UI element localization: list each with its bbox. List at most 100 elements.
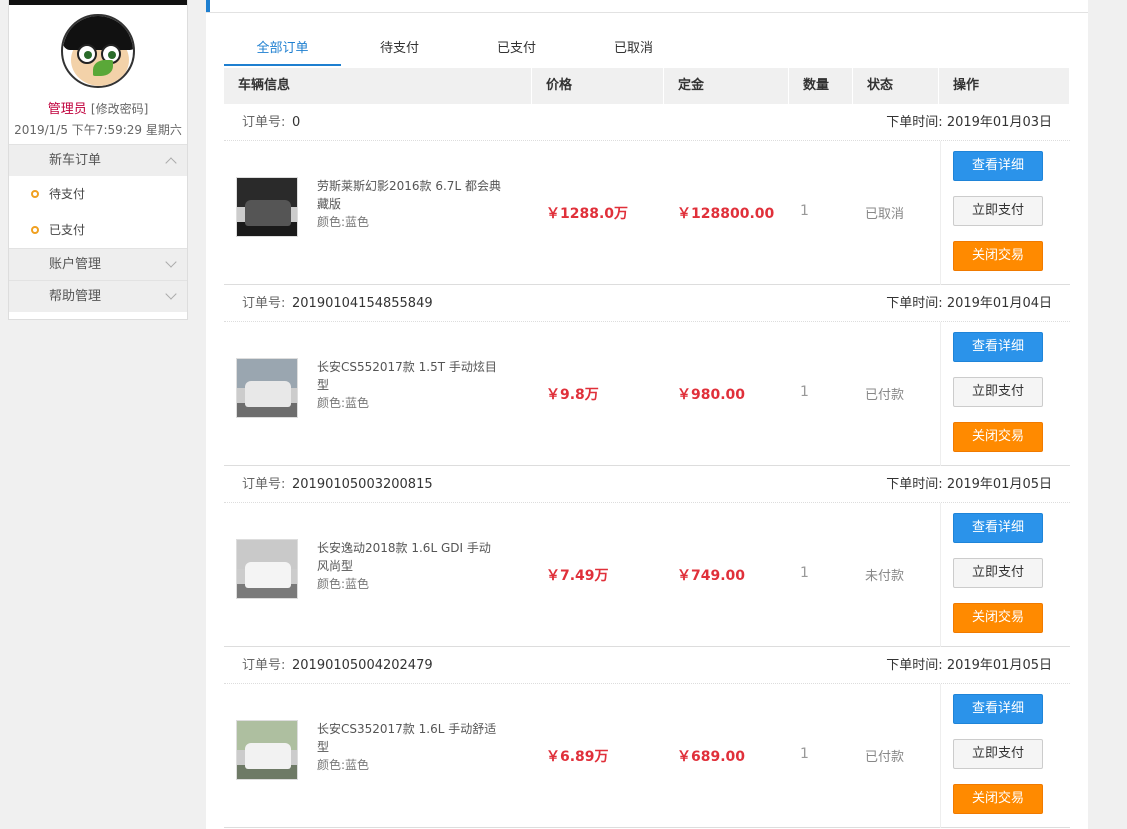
quantity: 1 xyxy=(800,746,809,762)
accent-bar xyxy=(206,0,210,12)
order-header: 订单号: 20190105003200815 下单时间: 2019年01月05日 xyxy=(224,466,1070,503)
chevron-up-icon xyxy=(165,157,177,169)
order-time-label: 下单时间: xyxy=(886,477,943,492)
operations: 查看详细 立即支付 关闭交易 xyxy=(940,684,1070,828)
order-header: 订单号: 0 下单时间: 2019年01月03日 xyxy=(224,104,1070,141)
car-thumbnail[interactable] xyxy=(236,177,298,237)
order-status: 未付款 xyxy=(865,569,905,584)
order-no-label: 订单号: xyxy=(242,296,286,311)
divider xyxy=(206,12,1088,13)
car-name-link[interactable]: 长安CS352017款 1.6L 手动舒适型 xyxy=(317,720,502,756)
header-operation: 操作 xyxy=(939,68,1070,104)
car-color: 颜色:蓝色 xyxy=(317,756,369,773)
order-time-value: 2019年01月05日 xyxy=(946,477,1052,492)
view-detail-button[interactable]: 查看详细 xyxy=(953,151,1043,181)
pay-now-button[interactable]: 立即支付 xyxy=(953,558,1043,588)
menu-group-new-car-orders[interactable]: 新车订单 xyxy=(9,144,187,176)
close-trade-button[interactable]: 关闭交易 xyxy=(953,603,1043,633)
circle-bullet-icon xyxy=(31,226,39,234)
header-car-info: 车辆信息 xyxy=(224,68,532,104)
order-time-value: 2019年01月05日 xyxy=(946,658,1052,673)
view-detail-button[interactable]: 查看详细 xyxy=(953,332,1043,362)
order-status: 已取消 xyxy=(865,207,905,222)
order-tabs: 全部订单 待支付 已支付 已取消 xyxy=(224,36,1070,66)
close-trade-button[interactable]: 关闭交易 xyxy=(953,422,1043,452)
order-no: 20190104154855849 xyxy=(292,296,433,311)
car-color-label: 颜色: xyxy=(317,758,346,772)
close-trade-button[interactable]: 关闭交易 xyxy=(953,241,1043,271)
chevron-down-icon xyxy=(165,256,177,268)
order-status: 已付款 xyxy=(865,388,905,403)
header-status: 状态 xyxy=(853,68,939,104)
order-row: 订单号: 20190105003200815 下单时间: 2019年01月05日… xyxy=(224,466,1070,647)
pay-now-button[interactable]: 立即支付 xyxy=(953,196,1043,226)
order-row: 订单号: 0 下单时间: 2019年01月03日 劳斯莱斯幻影2016款 6.7… xyxy=(224,104,1070,285)
car-color-label: 颜色: xyxy=(317,215,346,229)
operations: 查看详细 立即支付 关闭交易 xyxy=(940,141,1070,285)
order-no: 0 xyxy=(292,115,301,130)
close-trade-button[interactable]: 关闭交易 xyxy=(953,784,1043,814)
view-detail-button[interactable]: 查看详细 xyxy=(953,513,1043,543)
order-time-label: 下单时间: xyxy=(886,658,943,673)
car-color: 颜色:蓝色 xyxy=(317,213,369,230)
car-name-link[interactable]: 长安CS552017款 1.5T 手动炫目型 xyxy=(317,358,502,394)
tab-cancelled[interactable]: 已取消 xyxy=(575,36,692,66)
tab-pending-pay[interactable]: 待支付 xyxy=(341,36,458,66)
car-thumbnail[interactable] xyxy=(236,358,298,418)
sidebar: 管理员 [修改密码] 2019/1/5 下午7:59:29 星期六 新车订单 待… xyxy=(8,0,188,320)
change-password-link[interactable]: [修改密码] xyxy=(91,102,148,116)
order-body: 劳斯莱斯幻影2016款 6.7L 都会典藏版 颜色:蓝色 ￥1288.0万 ￥1… xyxy=(224,141,1070,285)
circle-bullet-icon xyxy=(31,190,39,198)
tab-paid[interactable]: 已支付 xyxy=(458,36,575,66)
order-no-label: 订单号: xyxy=(242,115,286,130)
menu-group-label: 账户管理 xyxy=(49,257,102,272)
avatar[interactable] xyxy=(61,14,135,88)
car-color-value: 蓝色 xyxy=(345,215,370,229)
car-color-value: 蓝色 xyxy=(345,758,370,772)
car-name-link[interactable]: 长安逸动2018款 1.6L GDI 手动风尚型 xyxy=(317,539,502,575)
order-no-label: 订单号: xyxy=(242,658,286,673)
car-name-link[interactable]: 劳斯莱斯幻影2016款 6.7L 都会典藏版 xyxy=(317,177,502,213)
order-body: 长安CS352017款 1.6L 手动舒适型 颜色:蓝色 ￥6.89万 ￥689… xyxy=(224,684,1070,828)
table-header: 车辆信息 价格 定金 数量 状态 操作 xyxy=(224,68,1070,104)
order-no: 20190105003200815 xyxy=(292,477,433,492)
car-color: 颜色:蓝色 xyxy=(317,575,369,592)
user-name: 管理员 xyxy=(47,102,87,117)
menu-item-label: 已支付 xyxy=(49,223,86,237)
order-time-label: 下单时间: xyxy=(886,296,943,311)
car-thumbnail[interactable] xyxy=(236,720,298,780)
order-row: 订单号: 20190104154855849 下单时间: 2019年01月04日… xyxy=(224,285,1070,466)
order-no-label: 订单号: xyxy=(242,477,286,492)
quantity: 1 xyxy=(800,384,809,400)
menu-group-account-mgmt[interactable]: 账户管理 xyxy=(9,248,187,280)
main-panel: 全部订单 待支付 已支付 已取消 车辆信息 价格 定金 数量 状态 操作 订单号… xyxy=(206,0,1088,829)
pay-now-button[interactable]: 立即支付 xyxy=(953,739,1043,769)
tab-all-orders[interactable]: 全部订单 xyxy=(224,36,341,66)
order-time: 下单时间: 2019年01月05日 xyxy=(886,647,1052,684)
order-header: 订单号: 20190105004202479 下单时间: 2019年01月05日 xyxy=(224,647,1070,684)
car-color-label: 颜色: xyxy=(317,577,346,591)
sidebar-menu: 新车订单 待支付 已支付 账户管理 帮助管理 xyxy=(9,144,187,312)
menu-item-paid[interactable]: 已支付 xyxy=(9,212,187,248)
car-thumbnail[interactable] xyxy=(236,539,298,599)
user-info: 管理员 [修改密码] xyxy=(9,98,187,117)
operations: 查看详细 立即支付 关闭交易 xyxy=(940,322,1070,466)
order-header: 订单号: 20190104154855849 下单时间: 2019年01月04日 xyxy=(224,285,1070,322)
menu-item-label: 待支付 xyxy=(49,187,86,201)
order-body: 长安逸动2018款 1.6L GDI 手动风尚型 颜色:蓝色 ￥7.49万 ￥7… xyxy=(224,503,1070,647)
order-time: 下单时间: 2019年01月05日 xyxy=(886,466,1052,503)
operations: 查看详细 立即支付 关闭交易 xyxy=(940,503,1070,647)
quantity: 1 xyxy=(800,203,809,219)
view-detail-button[interactable]: 查看详细 xyxy=(953,694,1043,724)
order-no: 20190105004202479 xyxy=(292,658,433,673)
quantity: 1 xyxy=(800,565,809,581)
pay-now-button[interactable]: 立即支付 xyxy=(953,377,1043,407)
menu-group-help-mgmt[interactable]: 帮助管理 xyxy=(9,280,187,312)
header-price: 价格 xyxy=(532,68,664,104)
chevron-down-icon xyxy=(165,288,177,300)
menu-item-pending-pay[interactable]: 待支付 xyxy=(9,176,187,212)
deposit-amount: ￥749.00 xyxy=(677,568,746,584)
menu-group-label: 帮助管理 xyxy=(49,289,102,304)
car-price: ￥7.49万 xyxy=(546,568,609,584)
order-time: 下单时间: 2019年01月03日 xyxy=(886,104,1052,141)
